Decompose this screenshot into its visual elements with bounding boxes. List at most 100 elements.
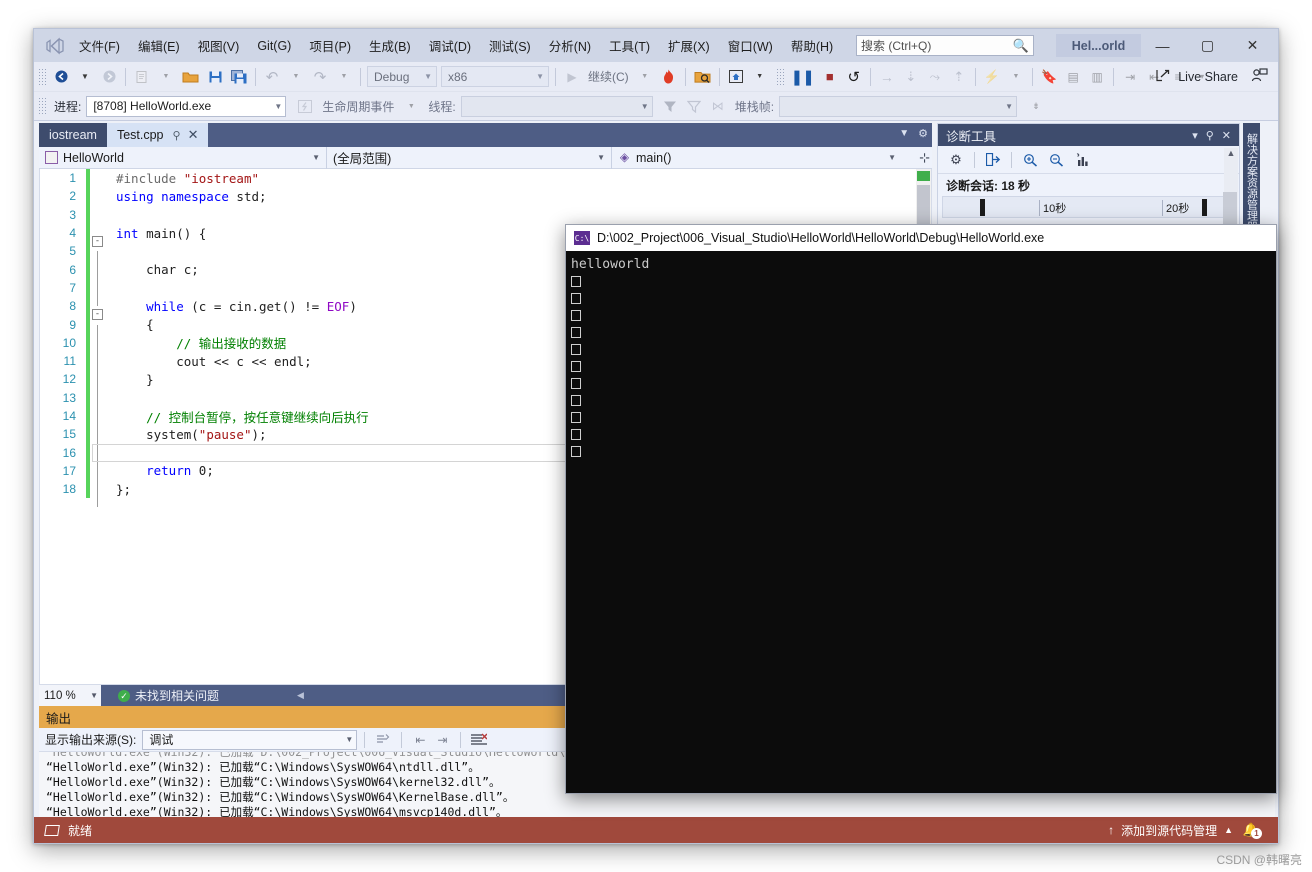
lifecycle-label[interactable]: 生命周期事件 <box>317 98 399 115</box>
go-to-next-icon[interactable]: ⇥ <box>431 730 453 750</box>
menu-debug[interactable]: 调试(D) <box>420 33 480 58</box>
tab-list-dropdown-icon[interactable]: ▼ <box>899 128 909 139</box>
solution-platform-combo[interactable]: x86 ▼ <box>441 66 549 87</box>
nav-scope-combo[interactable]: (全局范围) ▼ <box>327 146 612 169</box>
navigate-backward-dropdown-icon[interactable]: ▼ <box>74 65 96 89</box>
caret-up-icon[interactable]: ▲ <box>1224 825 1233 835</box>
menu-build[interactable]: 生成(B) <box>360 33 420 58</box>
pin-icon[interactable]: ⚲ <box>173 129 181 142</box>
diagnostic-timeline[interactable]: 10秒 20秒 <box>942 196 1235 218</box>
close-button[interactable]: ✕ <box>1230 29 1275 62</box>
live-share-invite-icon[interactable] <box>1251 67 1268 86</box>
menu-edit[interactable]: 编辑(E) <box>129 33 189 58</box>
save-all-icon[interactable] <box>228 65 250 89</box>
menu-file[interactable]: 文件(F) <box>70 33 129 58</box>
comment-icon[interactable]: ▤ <box>1062 65 1084 89</box>
code-line[interactable]: 1 #include "iostream" <box>40 169 931 188</box>
gear-icon[interactable]: ⚙ <box>944 149 968 171</box>
split-editor-icon[interactable]: ⊹ <box>919 150 930 166</box>
live-share-button[interactable]: Live Share <box>1156 68 1238 85</box>
undo-dropdown-icon[interactable]: ▼ <box>285 65 307 89</box>
zoom-out-icon[interactable] <box>1044 149 1068 171</box>
continue-play-icon[interactable]: ▶ <box>561 65 583 89</box>
chart-icon[interactable] <box>1070 149 1094 171</box>
scroll-up-icon[interactable]: ▲ <box>1227 148 1236 158</box>
pin-icon[interactable]: ⚲ <box>1202 129 1218 142</box>
process-combo[interactable]: [8708] HelloWorld.exe ▼ <box>86 95 287 117</box>
menu-extensions[interactable]: 扩展(X) <box>659 33 719 58</box>
zoom-in-icon[interactable] <box>1018 149 1042 171</box>
break-all-icon[interactable]: ❚❚ <box>788 65 817 89</box>
nav-member-combo[interactable]: ◈ main() ▼ <box>612 147 902 169</box>
find-message-icon[interactable] <box>372 730 394 750</box>
continue-label[interactable]: 继续(C) <box>584 68 633 85</box>
stop-debugging-icon[interactable]: ■ <box>819 65 841 89</box>
fold-toggle-icon[interactable]: - <box>92 236 103 248</box>
attach-to-process-icon[interactable] <box>691 65 714 89</box>
panel-dropdown-icon[interactable]: ▾ <box>1188 129 1202 142</box>
menu-tools[interactable]: 工具(T) <box>600 33 659 58</box>
close-icon[interactable]: ✕ <box>1218 129 1235 142</box>
filter-icon[interactable] <box>659 94 681 118</box>
project-chip[interactable]: Hel...orld <box>1056 34 1141 57</box>
step-dropdown-icon[interactable]: ▼ <box>749 65 771 89</box>
thread-combo[interactable]: ▼ <box>460 95 653 117</box>
indent-icon[interactable]: ⇥ <box>1119 65 1141 89</box>
show-next-statement-icon[interactable]: → <box>876 65 898 89</box>
navigate-backward-button[interactable] <box>50 65 72 89</box>
menu-project[interactable]: 项目(P) <box>300 33 360 58</box>
minimize-button[interactable]: — <box>1140 29 1185 62</box>
save-icon[interactable] <box>204 65 226 89</box>
navigate-forward-button[interactable] <box>98 65 120 89</box>
solution-config-combo[interactable]: Debug ▼ <box>367 66 437 87</box>
menu-help[interactable]: 帮助(H) <box>782 33 842 58</box>
previous-issue-icon[interactable]: ◀ <box>297 690 304 701</box>
search-input[interactable]: 搜索 (Ctrl+Q) 🔍 <box>856 35 1034 56</box>
diagnostic-scrollbar[interactable]: ▲ <box>1223 148 1238 238</box>
notifications-button[interactable]: 🔔 1 <box>1240 821 1262 839</box>
toolbar-grip[interactable] <box>775 67 785 86</box>
fold-toggle-icon[interactable]: - <box>92 309 103 321</box>
menu-analyze[interactable]: 分析(N) <box>540 33 600 58</box>
menu-test[interactable]: 测试(S) <box>480 33 540 58</box>
lifecycle-dropdown-icon[interactable]: ▼ <box>400 94 422 118</box>
toolbar-grip[interactable] <box>38 67 47 86</box>
continue-dropdown-icon[interactable]: ▼ <box>634 65 656 89</box>
step-out-icon[interactable]: ⇡ <box>948 65 970 89</box>
redo-dropdown-icon[interactable]: ▼ <box>333 65 355 89</box>
stack-frame-combo[interactable]: ▼ <box>779 95 1018 117</box>
filter-flagged-icon[interactable] <box>683 94 705 118</box>
export-icon[interactable] <box>981 149 1005 171</box>
code-line[interactable]: 2 using namespace std; <box>40 187 931 206</box>
lifecycle-events-icon[interactable] <box>294 94 316 118</box>
step-icon[interactable] <box>725 65 747 89</box>
step-over-icon[interactable]: ⤳ <box>924 65 946 89</box>
maximize-button[interactable]: ▢ <box>1185 29 1230 62</box>
source-control-button[interactable]: 添加到源代码管理 <box>1121 822 1217 839</box>
step-into-icon[interactable]: ⇣ <box>900 65 922 89</box>
diagnostic-tools-icon[interactable]: ⚡ <box>981 65 1003 89</box>
open-file-icon[interactable] <box>179 65 202 89</box>
undo-icon[interactable]: ↶ <box>261 65 283 89</box>
clear-output-icon[interactable] <box>468 730 490 750</box>
new-item-icon[interactable] <box>131 65 153 89</box>
toolbar-overflow-icon[interactable]: ⇟ <box>1025 94 1047 118</box>
tab-iostream[interactable]: iostream <box>39 123 107 147</box>
toolbar-grip[interactable] <box>38 97 47 115</box>
go-to-previous-icon[interactable]: ⇤ <box>409 730 431 750</box>
menu-view[interactable]: 视图(V) <box>189 33 249 58</box>
menu-window[interactable]: 窗口(W) <box>719 33 782 58</box>
output-source-combo[interactable]: 调试 ▼ <box>142 729 358 750</box>
close-icon[interactable]: ✕ <box>188 127 199 143</box>
bookmark-icon[interactable]: 🔖 <box>1038 65 1060 89</box>
hot-reload-icon[interactable] <box>658 65 680 89</box>
flag-toggle-icon[interactable]: ⋈ <box>707 94 729 118</box>
new-item-dropdown-icon[interactable]: ▼ <box>155 65 177 89</box>
menu-git[interactable]: Git(G) <box>248 36 300 56</box>
tab-settings-icon[interactable]: ⚙ <box>918 127 928 140</box>
console-window[interactable]: C:\ D:\002_Project\006_Visual_Studio\Hel… <box>565 224 1277 794</box>
diagnostic-dropdown-icon[interactable]: ▼ <box>1005 65 1027 89</box>
code-line[interactable]: 3 <box>40 205 931 224</box>
tab-test-cpp[interactable]: Test.cpp ⚲ ✕ <box>106 123 209 147</box>
nav-project-combo[interactable]: HelloWorld ▼ <box>39 146 327 169</box>
